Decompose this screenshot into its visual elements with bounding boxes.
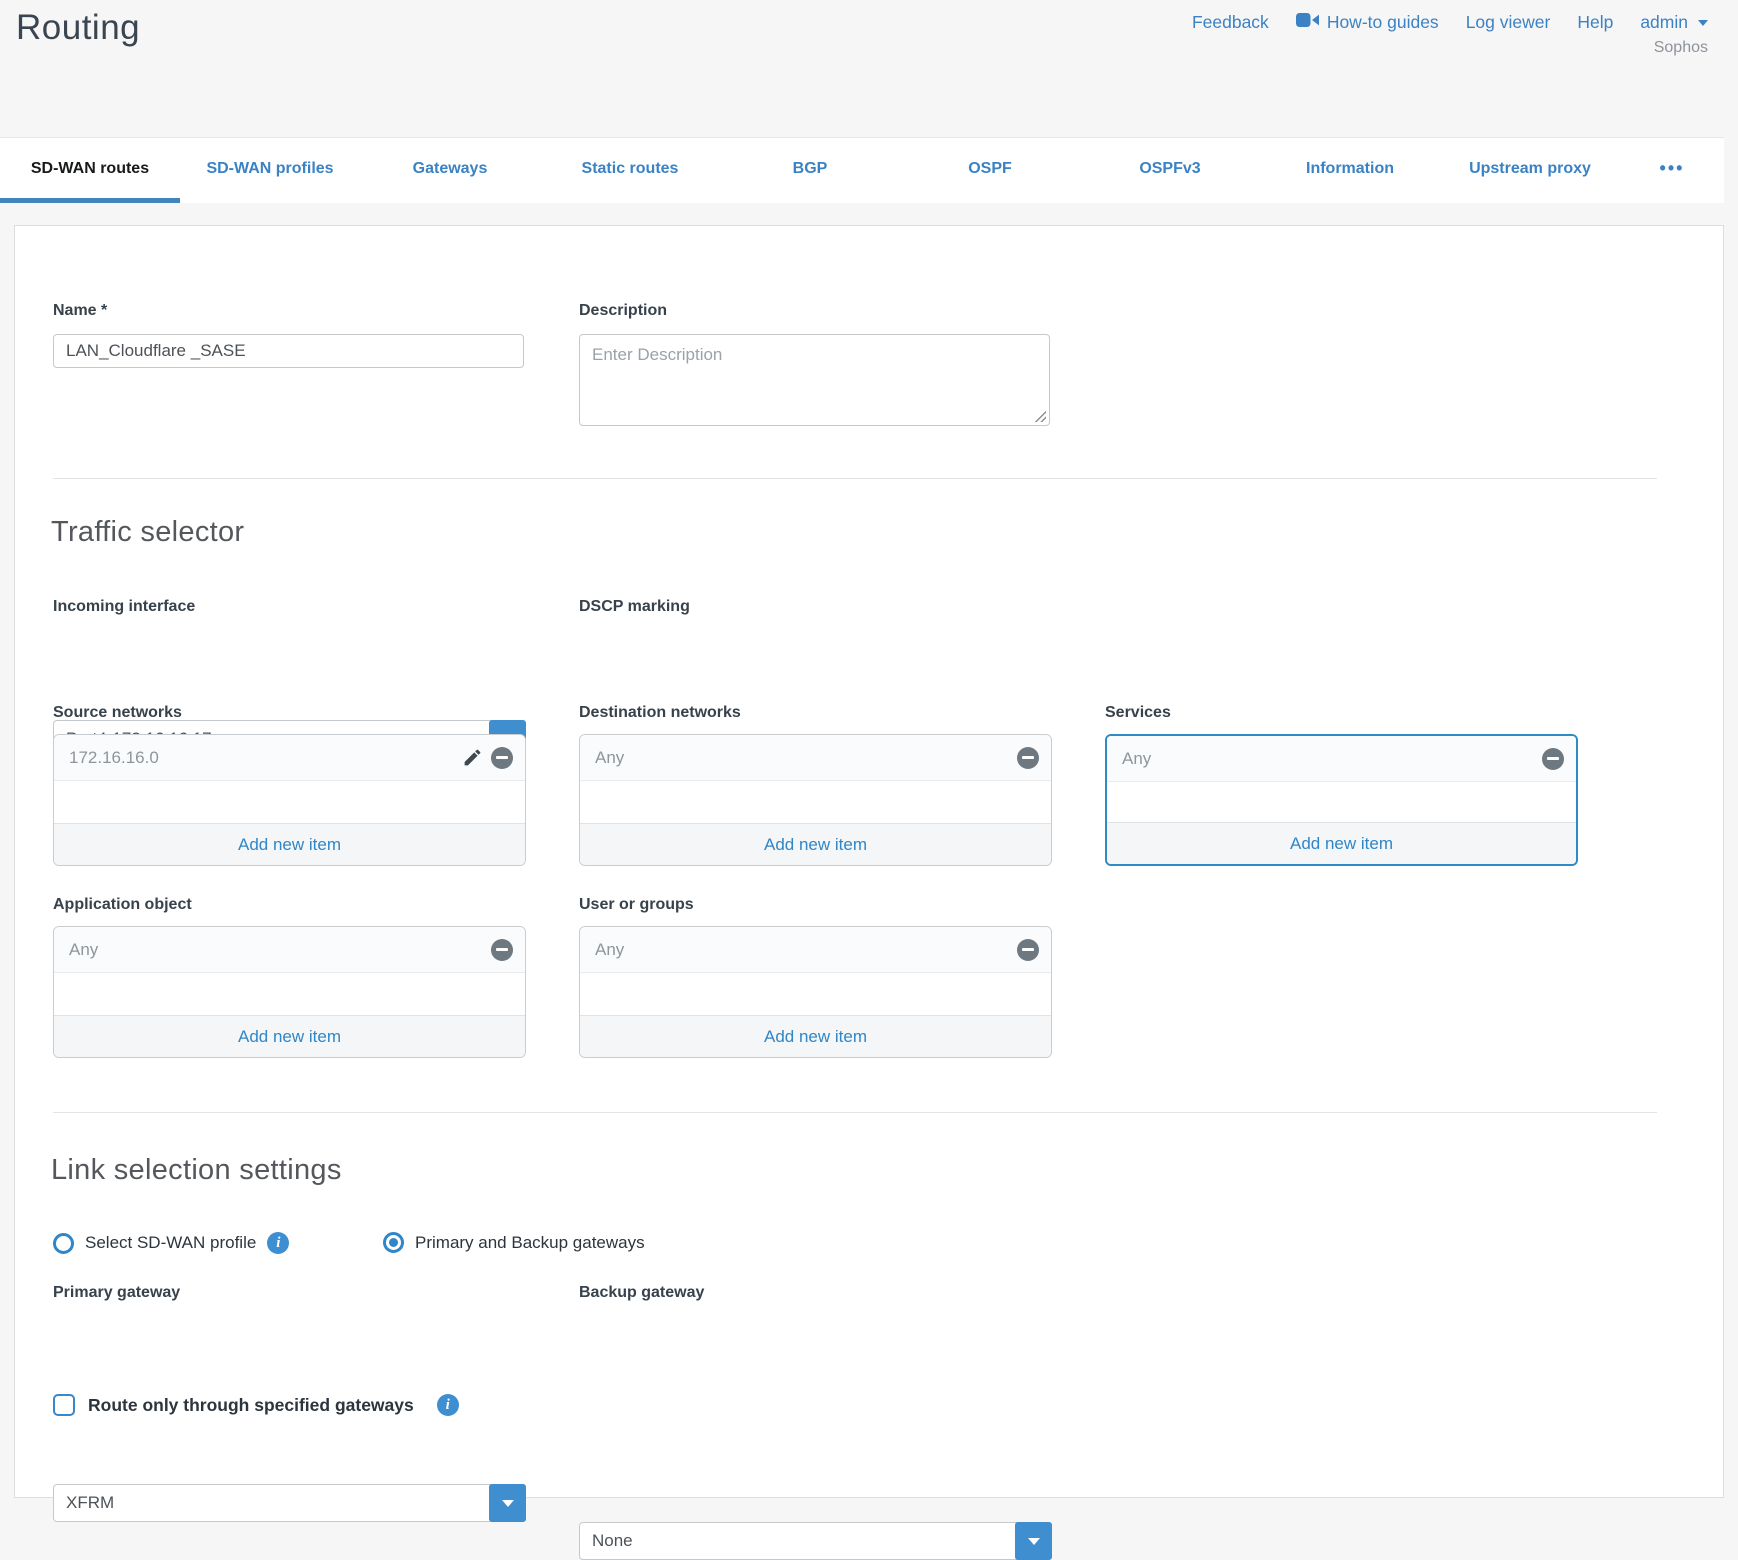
remove-item-icon[interactable] [1017,747,1039,769]
routing-tabbar: SD-WAN routes SD-WAN profiles Gateways S… [0,137,1724,203]
services-label: Services [1105,704,1171,722]
user-or-groups-label: User or groups [579,896,694,914]
section-divider [53,478,1657,479]
backup-gateway-select[interactable]: None [579,1522,1052,1560]
sdwan-profile-radio[interactable]: Select SD-WAN profile [53,1232,289,1254]
caret-down-icon [1028,1538,1040,1545]
add-new-item-button[interactable]: Add new item [54,823,525,865]
radio-selected-icon[interactable] [383,1232,404,1253]
brand-label: Sophos [1192,39,1708,57]
add-new-item-button[interactable]: Add new item [580,823,1051,865]
remove-item-icon[interactable] [1017,939,1039,961]
incoming-interface-label: Incoming interface [53,598,195,616]
add-new-item-button[interactable]: Add new item [580,1015,1051,1057]
remove-item-icon[interactable] [1542,748,1564,770]
tab-information[interactable]: Information [1260,138,1440,203]
source-networks-listbox: 172.16.16.0 Add new item [53,734,526,866]
caret-down-icon [502,1500,514,1507]
tab-ospfv3[interactable]: OSPFv3 [1080,138,1260,203]
sd-wan-route-form-panel: Name * Description Traffic selector Inco… [14,225,1724,1498]
remove-item-icon[interactable] [491,939,513,961]
dscp-marking-label: DSCP marking [579,598,690,616]
page-title: Routing [16,8,140,48]
list-item: 172.16.16.0 [54,735,525,781]
tab-sd-wan-routes[interactable]: SD-WAN routes [0,138,180,203]
section-divider [53,1112,1657,1113]
help-link[interactable]: Help [1577,12,1613,33]
route-only-checkbox[interactable] [53,1394,75,1416]
primary-gateway-select[interactable]: XFRM [53,1484,526,1522]
description-textarea[interactable] [579,334,1050,426]
header-links: Feedback How-to guides Log viewer Help a… [1192,12,1708,33]
video-camera-icon [1296,12,1319,33]
primary-backup-radio[interactable]: Primary and Backup gateways [383,1232,645,1253]
name-input[interactable] [53,334,524,368]
tab-upstream-proxy[interactable]: Upstream proxy [1440,138,1620,203]
primary-gateway-label: Primary gateway [53,1284,180,1302]
name-label: Name * [53,302,107,320]
info-icon[interactable] [437,1394,459,1416]
link-selection-heading: Link selection settings [51,1154,342,1187]
add-new-item-button[interactable]: Add new item [54,1015,525,1057]
add-new-item-button[interactable]: Add new item [1107,822,1576,864]
backup-gateway-label: Backup gateway [579,1284,704,1302]
radio-unselected-icon[interactable] [53,1233,74,1254]
list-item: Any [1107,736,1576,782]
application-object-listbox: Any Add new item [53,926,526,1058]
howto-guides-link[interactable]: How-to guides [1296,12,1439,33]
tab-more-icon[interactable]: ••• [1620,138,1724,203]
application-object-label: Application object [53,896,192,914]
chevron-down-icon [1698,20,1708,26]
remove-item-icon[interactable] [491,747,513,769]
tab-static-routes[interactable]: Static routes [540,138,720,203]
traffic-selector-heading: Traffic selector [51,516,244,549]
info-icon[interactable] [267,1232,289,1254]
feedback-link[interactable]: Feedback [1192,12,1269,33]
tab-sd-wan-profiles[interactable]: SD-WAN profiles [180,138,360,203]
edit-pencil-icon[interactable] [462,747,483,768]
list-item: Any [54,927,525,973]
tab-ospf[interactable]: OSPF [900,138,1080,203]
description-label: Description [579,302,667,320]
source-networks-label: Source networks [53,704,182,722]
services-listbox: Any Add new item [1105,734,1578,866]
tab-bgp[interactable]: BGP [720,138,900,203]
page-header: Routing Feedback How-to guides Log viewe… [0,0,1738,137]
destination-networks-label: Destination networks [579,704,741,722]
tab-gateways[interactable]: Gateways [360,138,540,203]
list-item: Any [580,927,1051,973]
route-only-checkbox-row: Route only through specified gateways [53,1394,459,1416]
destination-networks-listbox: Any Add new item [579,734,1052,866]
user-menu[interactable]: admin [1640,12,1708,33]
log-viewer-link[interactable]: Log viewer [1466,12,1551,33]
list-item: Any [580,735,1051,781]
user-or-groups-listbox: Any Add new item [579,926,1052,1058]
